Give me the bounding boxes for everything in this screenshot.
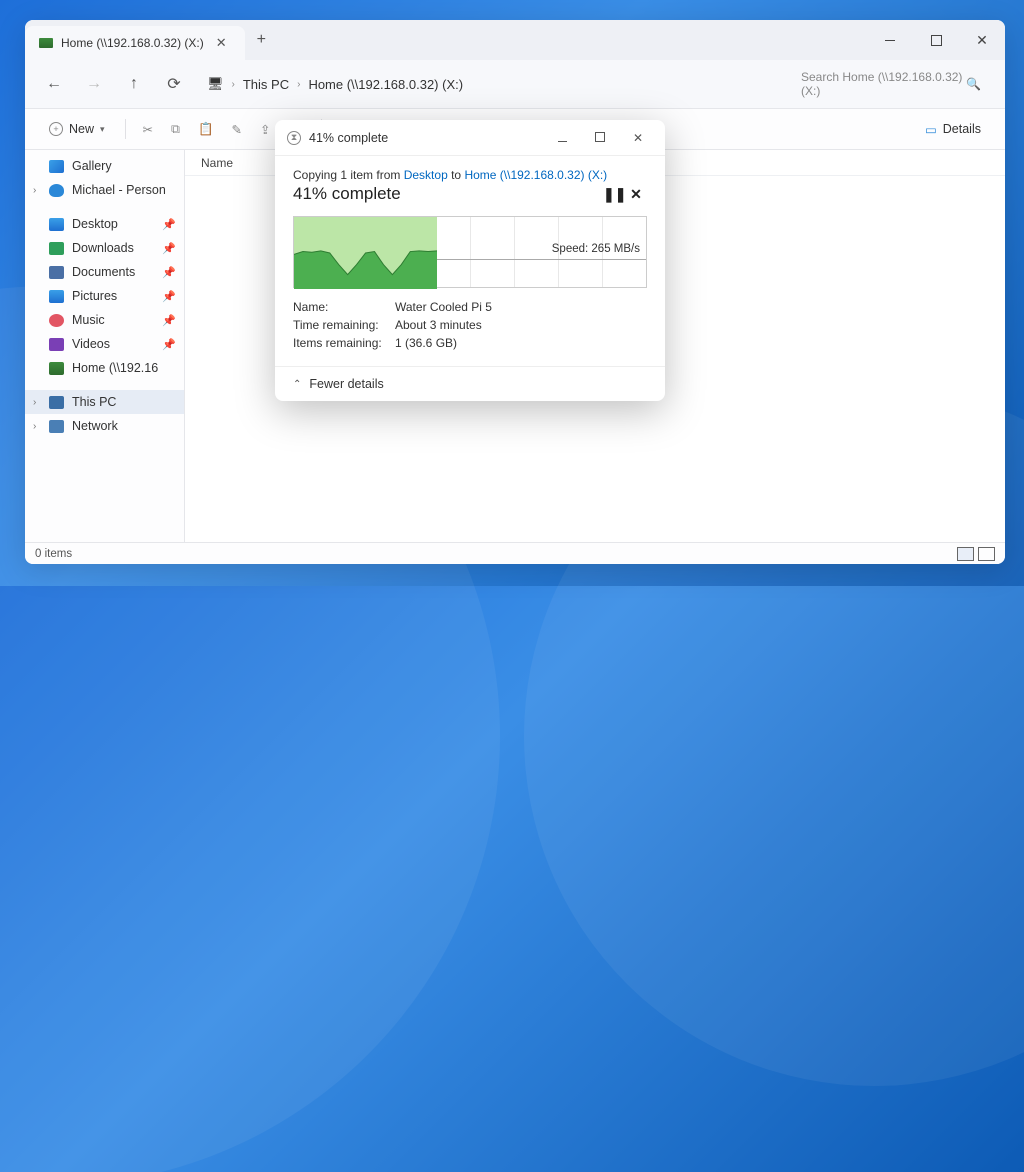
status-bar: 0 items — [25, 542, 1005, 564]
fewer-details-button[interactable]: ⌃ Fewer details — [275, 366, 665, 401]
sidebar-item-pictures[interactable]: Pictures📌 — [25, 284, 184, 308]
sidebar-item-this-pc[interactable]: ›This PC — [25, 390, 184, 414]
forward-button[interactable]: → — [79, 69, 109, 99]
plus-circle-icon: + — [49, 122, 63, 136]
copy-details: Name:Water Cooled Pi 5 Time remaining:Ab… — [293, 298, 647, 352]
window-close-button[interactable]: ✕ — [959, 20, 1005, 60]
speed-label: Speed: 265 MB/s — [552, 243, 640, 255]
share-button[interactable]: ⇪ — [253, 117, 277, 142]
titlebar: Home (\\192.168.0.32) (X:) ✕ + ✕ — [25, 20, 1005, 60]
gallery-icon — [49, 160, 64, 173]
pin-icon: 📌 — [162, 338, 176, 351]
copy-button[interactable]: ⧉ — [164, 117, 187, 142]
sidebar-item-desktop[interactable]: Desktop📌 — [25, 212, 184, 236]
sidebar-item-gallery[interactable]: Gallery — [25, 154, 184, 178]
network-icon — [49, 420, 64, 433]
cloud-icon — [49, 184, 64, 197]
pin-icon: 📌 — [162, 242, 176, 255]
pin-icon: 📌 — [162, 290, 176, 303]
chevron-right-icon: › — [297, 79, 300, 90]
copy-progress-dialog: ⧗ 41% complete ✕ Copying 1 item from Des… — [275, 120, 665, 401]
progress-text: 41% complete — [293, 184, 401, 204]
pictures-icon — [49, 290, 64, 303]
chevron-up-icon: ⌃ — [293, 379, 301, 390]
sidebar-item-downloads[interactable]: Downloads📌 — [25, 236, 184, 260]
search-placeholder: Search Home (\\192.168.0.32) (X:) — [801, 70, 966, 98]
chevron-right-icon: › — [33, 421, 36, 432]
pin-icon: 📌 — [162, 218, 176, 231]
copy-file-name: Water Cooled Pi 5 — [395, 300, 492, 314]
download-icon — [49, 242, 64, 255]
copy-items-remaining: 1 (36.6 GB) — [395, 336, 457, 350]
window-minimize-button[interactable] — [867, 20, 913, 60]
tab-title: Home (\\192.168.0.32) (X:) — [61, 36, 204, 50]
search-input[interactable]: Search Home (\\192.168.0.32) (X:) 🔍 — [791, 64, 991, 104]
search-icon: 🔍 — [966, 77, 981, 91]
chevron-right-icon: › — [232, 79, 235, 90]
column-name[interactable]: Name — [185, 156, 249, 170]
dialog-titlebar: ⧗ 41% complete ✕ — [275, 120, 665, 156]
tab-close-icon[interactable]: ✕ — [212, 33, 231, 53]
status-item-count: 0 items — [35, 548, 72, 560]
sidebar: Gallery ›Michael - Person Desktop📌 Downl… — [25, 150, 185, 542]
chevron-right-icon: › — [33, 397, 36, 408]
sidebar-item-onedrive[interactable]: ›Michael - Person — [25, 178, 184, 202]
breadcrumb[interactable]: 🖥 › This PC › Home (\\192.168.0.32) (X:) — [199, 72, 781, 96]
pause-button[interactable]: ❚❚ — [603, 186, 625, 203]
dialog-maximize-button[interactable] — [585, 131, 615, 145]
dialog-title: 41% complete — [309, 131, 388, 145]
up-button[interactable]: ↑ — [119, 69, 149, 99]
breadcrumb-this-pc[interactable]: This PC — [243, 77, 289, 92]
copy-source-link[interactable]: Desktop — [404, 168, 448, 182]
back-button[interactable]: ← — [39, 69, 69, 99]
network-drive-icon — [49, 362, 64, 375]
chevron-down-icon: ▾ — [100, 124, 105, 135]
window-maximize-button[interactable] — [913, 20, 959, 60]
sidebar-item-network[interactable]: ›Network — [25, 414, 184, 438]
view-details-toggle[interactable] — [957, 547, 974, 561]
copy-time-remaining: About 3 minutes — [395, 318, 482, 332]
cut-button[interactable]: ✂ — [136, 117, 160, 142]
chevron-right-icon: › — [33, 185, 36, 196]
dialog-close-button[interactable]: ✕ — [623, 131, 653, 145]
refresh-button[interactable]: ⟳ — [159, 69, 189, 99]
details-pane-button[interactable]: ▭ Details — [915, 117, 991, 142]
sidebar-item-documents[interactable]: Documents📌 — [25, 260, 184, 284]
monitor-icon: 🖥 — [207, 76, 224, 92]
desktop-icon — [49, 218, 64, 231]
new-tab-button[interactable]: + — [245, 20, 278, 60]
copy-dest-link[interactable]: Home (\\192.168.0.32) (X:) — [464, 168, 607, 182]
drive-icon — [39, 38, 53, 48]
pin-icon: 📌 — [162, 314, 176, 327]
address-bar: ← → ↑ ⟳ 🖥 › This PC › Home (\\192.168.0.… — [25, 60, 1005, 108]
new-button[interactable]: + New ▾ — [39, 117, 115, 141]
paste-button[interactable]: 📋 — [191, 117, 221, 142]
cancel-button[interactable]: ✕ — [625, 186, 647, 203]
sidebar-item-videos[interactable]: Videos📌 — [25, 332, 184, 356]
music-icon — [49, 314, 64, 327]
view-thumbnails-toggle[interactable] — [978, 547, 995, 561]
tab-current[interactable]: Home (\\192.168.0.32) (X:) ✕ — [25, 26, 245, 60]
sidebar-item-music[interactable]: Music📌 — [25, 308, 184, 332]
details-icon: ▭ — [925, 122, 937, 137]
copy-description: Copying 1 item from Desktop to Home (\\1… — [293, 168, 647, 182]
dialog-minimize-button[interactable] — [547, 131, 577, 145]
videos-icon — [49, 338, 64, 351]
pin-icon: 📌 — [162, 266, 176, 279]
documents-icon — [49, 266, 64, 279]
speed-graph: Speed: 265 MB/s — [293, 216, 647, 288]
pc-icon — [49, 396, 64, 409]
rename-button[interactable]: ✎ — [225, 117, 249, 142]
clock-icon: ⧗ — [287, 131, 301, 145]
sidebar-item-netdrive[interactable]: Home (\\192.16 — [25, 356, 184, 380]
breadcrumb-location[interactable]: Home (\\192.168.0.32) (X:) — [308, 77, 463, 92]
